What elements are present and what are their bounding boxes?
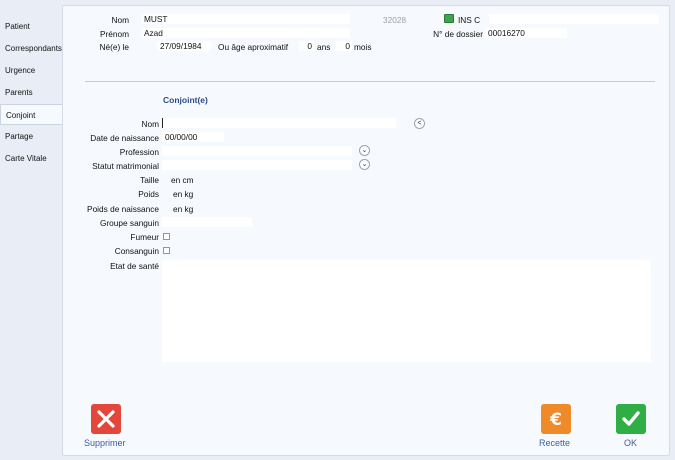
fumeur-checkbox[interactable] [163,233,170,240]
sidebar-item-patient[interactable]: Patient [0,16,62,37]
back-button[interactable]: < [414,118,425,129]
sidebar-item-parents[interactable]: Parents [0,82,62,103]
svg-text:€: € [549,410,562,430]
date-naissance-label: Date de naissance [90,133,159,143]
sidebar-item-partage[interactable]: Partage [0,126,62,147]
supprimer-button[interactable] [91,404,121,434]
statut-chevron-down-icon[interactable]: ⌄ [359,159,370,170]
recette-button[interactable]: € [541,404,571,434]
sidebar-item-conjoint[interactable]: Conjoint [0,104,64,125]
sidebar: Patient Correspondants Urgence Parents C… [0,0,64,460]
main-panel: Nom MUST 32028 INS C Prénom Azad N° de d… [62,5,670,456]
groupe-sanguin-field[interactable] [162,217,252,227]
header-divider [85,81,655,82]
recette-label[interactable]: Recette [539,438,570,448]
taille-label: Taille [140,175,159,185]
age-ans-unit: ans [317,42,331,52]
patient-id: 32028 [383,15,407,25]
ok-label[interactable]: OK [624,438,637,448]
delete-x-icon [97,410,115,428]
poids-unit[interactable]: en kg [173,189,193,199]
statut-label: Statut matrimonial [92,161,159,171]
age-mois-unit: mois [354,42,372,52]
section-title: Conjoint(e) [163,95,208,105]
age-ans-field[interactable]: 0 [299,41,314,51]
checkmark-icon [622,411,640,426]
sidebar-item-correspondants[interactable]: Correspondants [0,38,62,59]
poids-label: Poids [138,189,159,199]
sidebar-item-label: Correspondants [5,44,62,53]
profession-label: Profession [119,147,159,157]
ins-card-icon[interactable] [444,14,454,23]
ins-label: INS C [458,15,481,25]
sidebar-item-label: Conjoint [6,111,36,120]
euro-icon: € [549,410,562,430]
ok-button[interactable] [616,404,646,434]
ins-field[interactable] [489,14,659,24]
fumeur-label: Fumeur [130,232,159,242]
sidebar-item-urgence[interactable]: Urgence [0,60,62,81]
ne-le-label: Né(e) le [99,42,129,52]
sidebar-item-label: Urgence [5,66,36,75]
etat-sante-textarea[interactable] [162,260,651,362]
consanguin-label: Consanguin [114,246,159,256]
age-approx-label: Ou âge aproximatif [218,42,289,52]
statut-field[interactable] [162,160,352,170]
date-naissance-field[interactable]: 27/09/1984 [157,41,211,51]
sidebar-item-label: Carte Vitale [5,154,47,163]
conjoint-nom-field[interactable] [162,118,396,128]
profession-chevron-down-icon[interactable]: ⌄ [359,145,370,156]
supprimer-label[interactable]: Supprimer [84,438,126,448]
sidebar-item-label: Patient [5,22,30,31]
taille-unit[interactable]: en cm [171,175,194,185]
nom-field[interactable]: MUST [141,14,350,24]
dossier-label: N° de dossier [433,29,483,39]
dossier-field[interactable]: 00016270 [485,28,567,38]
nom-label: Nom [111,15,129,25]
prenom-label: Prénom [99,29,129,39]
prenom-field[interactable]: Azad [141,28,350,38]
groupe-sanguin-label: Groupe sanguin [99,218,159,228]
conjoint-nom-label: Nom [141,119,159,129]
consanguin-checkbox[interactable] [163,247,170,254]
sidebar-item-label: Parents [5,88,33,97]
poids-naissance-unit[interactable]: en kg [173,204,193,214]
sidebar-item-label: Partage [5,132,34,141]
age-mois-field[interactable]: 0 [335,41,352,51]
conjoint-date-naissance-field[interactable]: 00/00/00 [162,132,224,142]
profession-field[interactable] [162,146,352,156]
etat-sante-label: Etat de santé [110,261,159,271]
sidebar-item-carte-vitale[interactable]: Carte Vitale [0,148,62,169]
poids-naissance-label: Poids de naissance [87,204,159,214]
